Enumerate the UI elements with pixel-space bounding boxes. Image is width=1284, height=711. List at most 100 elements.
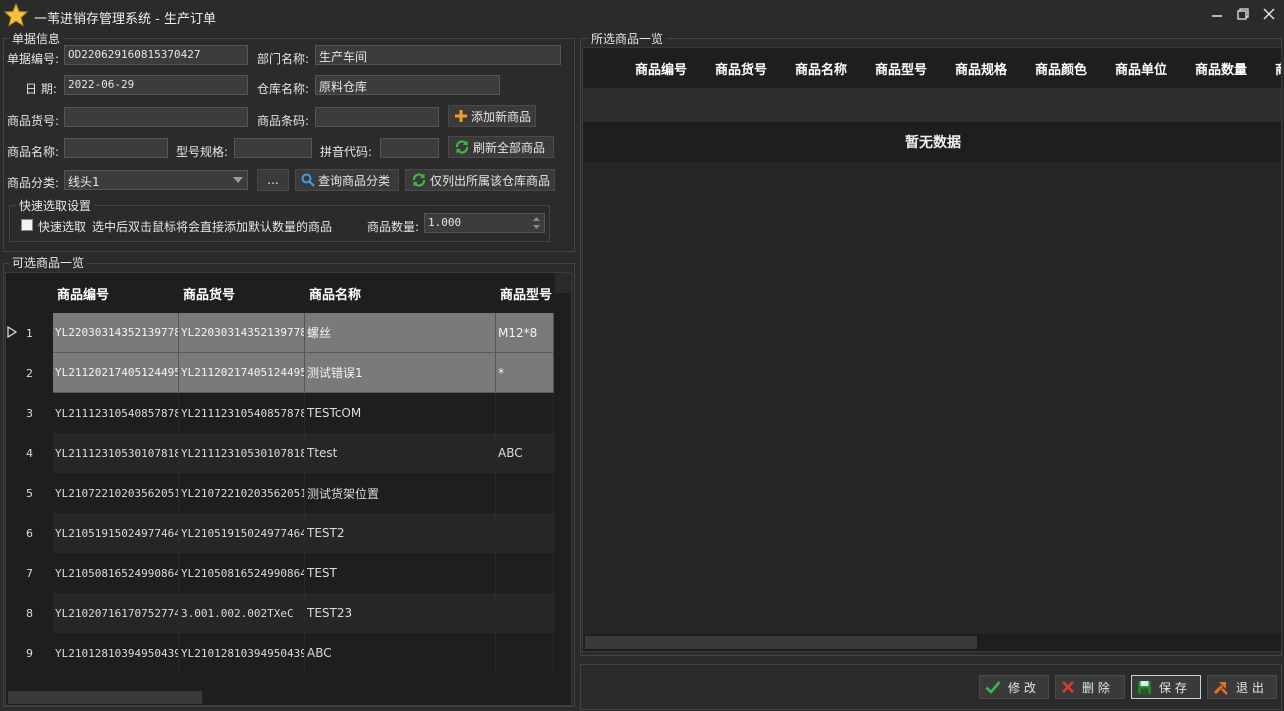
sel-col-more[interactable]: 商 xyxy=(1275,48,1281,88)
selected-horizontal-scrollbar[interactable] xyxy=(583,634,1281,651)
cell-sku[interactable]: YL210722102035620517 xyxy=(179,473,305,513)
table-row[interactable]: 6 YL210519150249774641 YL21051915024977464… xyxy=(6,513,571,553)
sel-col-color[interactable]: 商品颜色 xyxy=(1035,48,1087,88)
cell-name[interactable]: Ttest xyxy=(305,433,496,473)
selected-products-grid[interactable]: 商品编号 商品货号 商品名称 商品型号 商品规格 商品颜色 商品单位 商品数量 … xyxy=(582,47,1282,652)
cell-name[interactable]: 测试货架位置 xyxy=(305,473,496,513)
cell-name[interactable]: TEST2 xyxy=(305,513,496,553)
cell-model[interactable] xyxy=(496,393,554,433)
table-row[interactable]: 5 YL210722102035620517 YL21072210203562051… xyxy=(6,473,571,513)
close-button[interactable] xyxy=(1258,4,1280,24)
edit-button[interactable]: 修 改 xyxy=(979,675,1049,699)
cell-name[interactable]: TESTcOM xyxy=(305,393,496,433)
cell-sku[interactable]: YL211123105301078189 xyxy=(179,433,305,473)
save-button[interactable]: 保 存 xyxy=(1131,675,1201,699)
available-products-grid[interactable]: 商品编号 商品货号 商品名称 商品型号 1 YL22030314352139778… xyxy=(5,272,572,706)
maximize-button[interactable] xyxy=(1232,4,1254,24)
barcode-input[interactable] xyxy=(315,107,439,127)
add-new-item-button[interactable]: 添加新商品 xyxy=(448,105,536,127)
cell-model[interactable]: M12*8 xyxy=(496,313,554,353)
refresh-all-button[interactable]: 刷新全部商品 xyxy=(448,136,554,158)
row-number: 8 xyxy=(26,606,33,620)
cell-sku[interactable]: YL210128103949504394 xyxy=(179,633,305,673)
table-row[interactable]: 3 YL211123105408578783 YL21112310540857878… xyxy=(6,393,571,433)
cell-sku[interactable]: YL210508165249908642 xyxy=(179,553,305,593)
warehouse-field[interactable]: 原料仓库 xyxy=(315,75,500,95)
query-category-label: 查询商品分类 xyxy=(318,173,391,188)
spec-input[interactable] xyxy=(234,138,312,158)
spinner-arrows-icon[interactable] xyxy=(532,215,541,231)
cell-model[interactable] xyxy=(496,473,554,513)
delete-button[interactable]: 删 除 xyxy=(1055,675,1125,699)
cell-name[interactable]: TEST23 xyxy=(305,593,496,633)
add-new-item-label: 添加新商品 xyxy=(471,109,532,124)
sel-col-qty[interactable]: 商品数量 xyxy=(1195,48,1247,88)
sel-col-unit[interactable]: 商品单位 xyxy=(1115,48,1167,88)
cell-code[interactable]: YL220303143521397786 xyxy=(53,313,179,353)
cell-sku[interactable]: YL220303143521397786 xyxy=(179,313,305,353)
cell-code[interactable]: YL211123105301078189 xyxy=(53,433,179,473)
cell-code[interactable]: YL210207161707527744 xyxy=(53,593,179,633)
sel-col-model[interactable]: 商品型号 xyxy=(875,48,927,88)
cell-model[interactable] xyxy=(496,633,554,673)
query-category-button[interactable]: 查询商品分类 xyxy=(295,169,399,191)
quick-select-checkbox[interactable] xyxy=(21,219,33,231)
dept-label: 部门名称: xyxy=(257,52,310,66)
dept-field[interactable]: 生产车间 xyxy=(315,45,561,65)
minimize-icon xyxy=(1212,15,1222,17)
cell-model[interactable] xyxy=(496,553,554,593)
table-row[interactable]: 2 YL211202174051244955 YL21120217405124495… xyxy=(6,353,571,393)
quick-select-hint: 选中后双击鼠标将会直接添加默认数量的商品 xyxy=(92,220,333,234)
cell-sku[interactable]: YL210519150249774641 xyxy=(179,513,305,553)
cell-code[interactable]: YL211123105408578783 xyxy=(53,393,179,433)
table-row[interactable]: 7 YL210508165249908642 YL21050816524990864… xyxy=(6,553,571,593)
cell-code[interactable]: YL210128103949504394 xyxy=(53,633,179,673)
list-warehouse-only-button[interactable]: 仅列出所属该仓库商品 xyxy=(405,169,555,191)
chevron-down-icon[interactable] xyxy=(233,177,243,183)
cell-code[interactable]: YL211202174051244955 xyxy=(53,353,179,393)
save-label: 保 存 xyxy=(1159,680,1187,695)
cell-model[interactable] xyxy=(496,513,554,553)
cell-model[interactable]: * xyxy=(496,353,554,393)
col-header-model[interactable]: 商品型号 xyxy=(500,273,552,313)
cell-code[interactable]: YL210508165249908642 xyxy=(53,553,179,593)
cell-sku[interactable]: YL211123105408578783 xyxy=(179,393,305,433)
cell-name[interactable]: ABC xyxy=(305,633,496,673)
col-header-name[interactable]: 商品名称 xyxy=(309,273,361,313)
cell-sku[interactable]: YL211202174051244955 xyxy=(179,353,305,393)
empty-state-text: 暂无数据 xyxy=(583,122,1281,162)
date-field[interactable]: 2022-06-29 xyxy=(64,75,248,95)
cell-code[interactable]: YL210519150249774641 xyxy=(53,513,179,553)
pinyin-input[interactable] xyxy=(380,138,439,158)
cell-name[interactable]: TEST xyxy=(305,553,496,593)
table-row[interactable]: 4 YL211123105301078189 YL21112310530107818… xyxy=(6,433,571,473)
table-row[interactable]: 1 YL220303143521397786 YL22030314352139778… xyxy=(6,313,571,353)
cell-model[interactable]: ABC xyxy=(496,433,554,473)
selected-scrollbar-thumb[interactable] xyxy=(585,636,977,649)
sel-col-spec[interactable]: 商品规格 xyxy=(955,48,1007,88)
delete-label: 删 除 xyxy=(1082,680,1110,695)
minimize-button[interactable] xyxy=(1206,4,1228,24)
cell-sku[interactable]: 3.001.002.002TXeC xyxy=(179,593,305,633)
cell-name[interactable]: 螺丝 xyxy=(305,313,496,353)
category-select[interactable]: 线头1 xyxy=(64,170,248,190)
qty-spinner[interactable]: 1.000 xyxy=(424,213,545,233)
sel-col-code[interactable]: 商品编号 xyxy=(635,48,687,88)
cell-name[interactable]: 测试错误1 xyxy=(305,353,496,393)
exit-button[interactable]: 退 出 xyxy=(1207,675,1277,699)
table-row[interactable]: 8 YL210207161707527744 3.001.002.002TXeC TE… xyxy=(6,593,571,633)
col-header-sku[interactable]: 商品货号 xyxy=(183,273,235,313)
cell-code[interactable]: YL210722102035620517 xyxy=(53,473,179,513)
col-header-code[interactable]: 商品编号 xyxy=(57,273,109,313)
sel-col-name[interactable]: 商品名称 xyxy=(795,48,847,88)
item-name-input[interactable] xyxy=(64,138,168,158)
doc-no-field[interactable]: OD220629160815370427 xyxy=(64,45,248,65)
more-category-button[interactable]: ... xyxy=(257,169,289,191)
horizontal-scrollbar[interactable] xyxy=(6,689,571,705)
cell-model[interactable] xyxy=(496,593,554,633)
sel-col-sku[interactable]: 商品货号 xyxy=(715,48,767,88)
table-row[interactable]: 9 YL210128103949504394 YL21012810394950439… xyxy=(6,633,571,673)
item-code-input[interactable] xyxy=(64,107,248,127)
horizontal-scrollbar-thumb[interactable] xyxy=(8,691,202,704)
warehouse-label: 仓库名称: xyxy=(257,82,310,96)
